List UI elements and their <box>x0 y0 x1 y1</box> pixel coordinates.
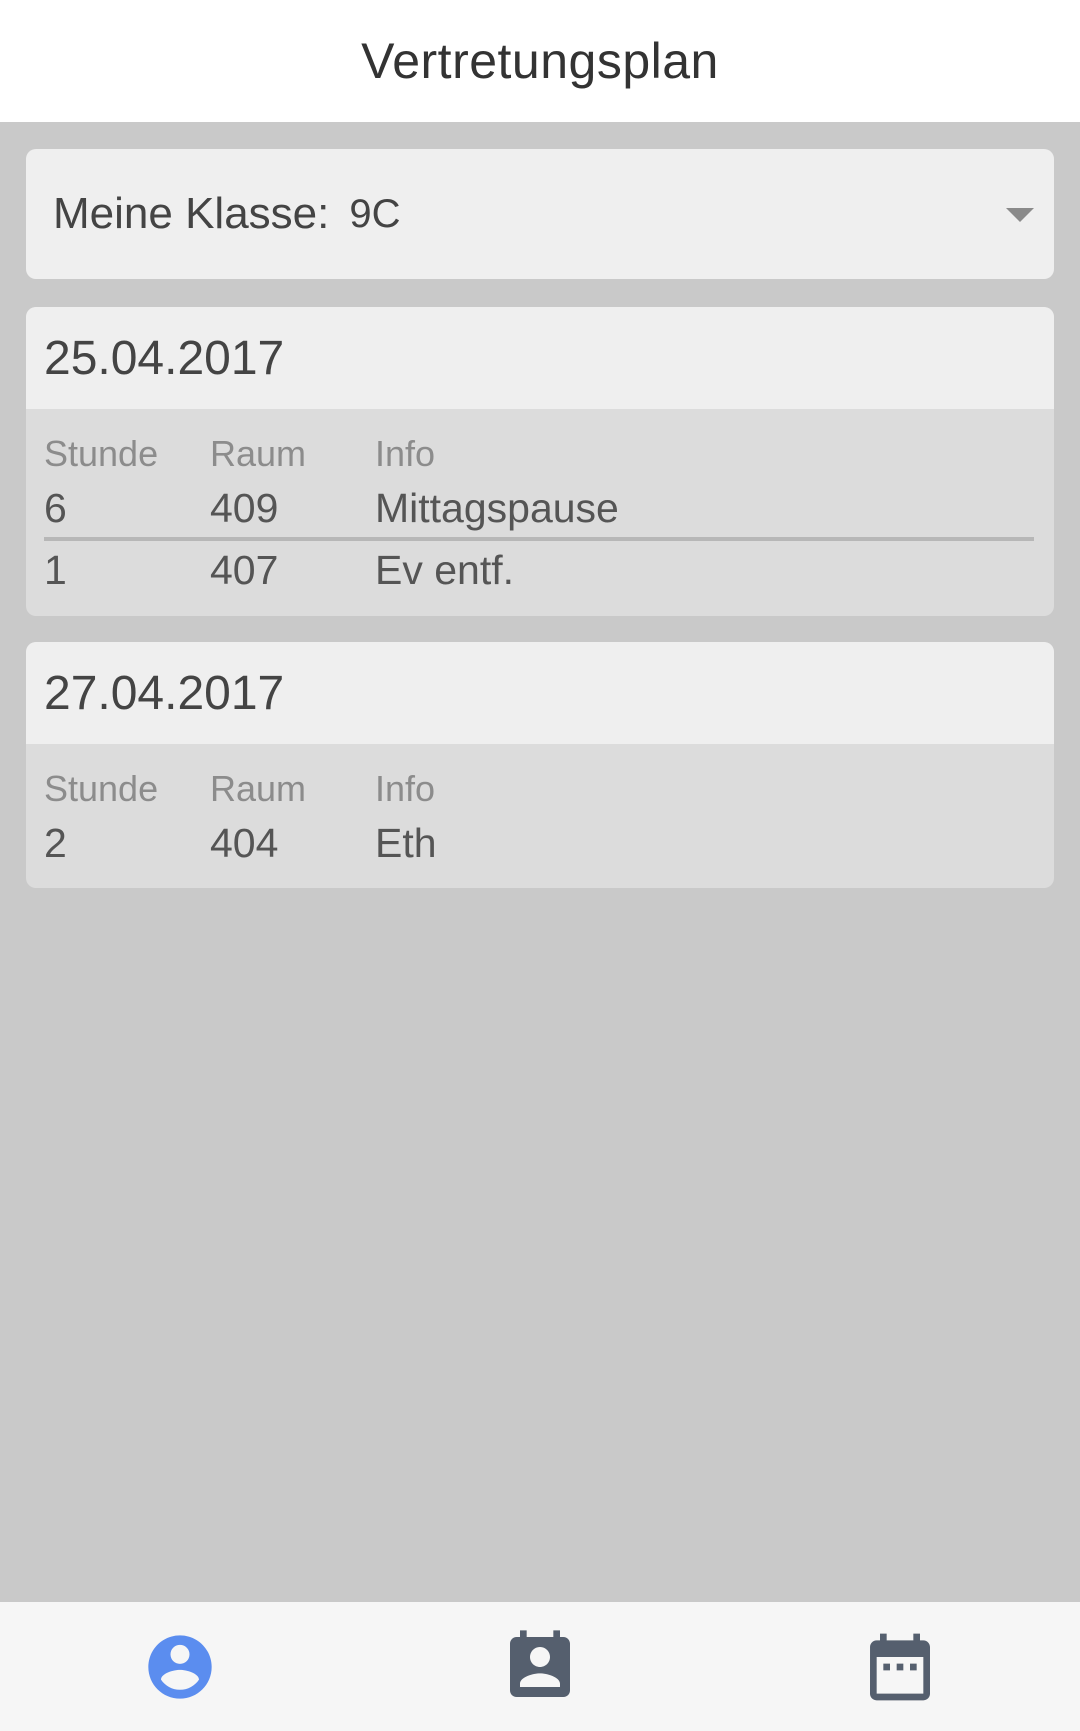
column-header-stunde: Stunde <box>44 768 159 809</box>
nav-calendar[interactable] <box>800 1602 1000 1731</box>
cell-info: Mittagspause <box>375 484 619 531</box>
day-date: 25.04.2017 <box>44 331 285 385</box>
page-title: Vertretungsplan <box>361 33 719 89</box>
column-header-info: Info <box>375 433 436 474</box>
cell-info: Eth <box>375 819 437 866</box>
nav-teacher-plan[interactable] <box>440 1602 640 1731</box>
cell-raum: 409 <box>210 484 279 531</box>
class-select-value: 9C <box>349 191 401 236</box>
table-row: 2 404 Eth <box>44 814 1034 872</box>
class-select-dropdown[interactable]: Meine Klasse: 9C <box>26 149 1054 279</box>
app-header: Vertretungsplan <box>0 0 1080 122</box>
cell-info: Ev entf. <box>375 546 515 593</box>
table-row: 1 407 Ev entf. <box>44 541 1034 599</box>
table-header-row: Stunde Raum Info <box>44 764 1034 814</box>
account-circle-icon <box>148 1634 212 1699</box>
day-card: 25.04.2017 Stunde Raum Info 6 409 Mittag… <box>26 307 1054 616</box>
day-card: 27.04.2017 Stunde Raum Info 2 404 Eth <box>26 642 1054 888</box>
bottom-navigation <box>0 1602 1080 1731</box>
column-header-raum: Raum <box>210 433 307 474</box>
class-select-label: Meine Klasse: <box>53 189 330 238</box>
cell-raum: 407 <box>210 546 279 593</box>
cell-raum: 404 <box>210 819 279 866</box>
table-header-row: Stunde Raum Info <box>44 429 1034 479</box>
column-header-raum: Raum <box>210 768 307 809</box>
substitution-table: Stunde Raum Info 2 404 Eth <box>26 744 1054 872</box>
calendar-icon <box>870 1633 930 1700</box>
contact-calendar-icon <box>510 1629 570 1697</box>
cell-stunde: 1 <box>44 546 67 593</box>
substitution-table: Stunde Raum Info 6 409 Mittagspause 1 40… <box>26 409 1054 599</box>
day-card-header: 25.04.2017 <box>26 307 1054 409</box>
cell-stunde: 2 <box>44 819 67 866</box>
day-date: 27.04.2017 <box>44 666 285 720</box>
nav-my-class[interactable] <box>80 1602 280 1731</box>
day-card-header: 27.04.2017 <box>26 642 1054 744</box>
cell-stunde: 6 <box>44 484 67 531</box>
column-header-stunde: Stunde <box>44 433 159 474</box>
dropdown-arrow-icon[interactable] <box>1006 208 1034 222</box>
table-row: 6 409 Mittagspause <box>44 479 1034 537</box>
column-header-info: Info <box>375 768 436 809</box>
